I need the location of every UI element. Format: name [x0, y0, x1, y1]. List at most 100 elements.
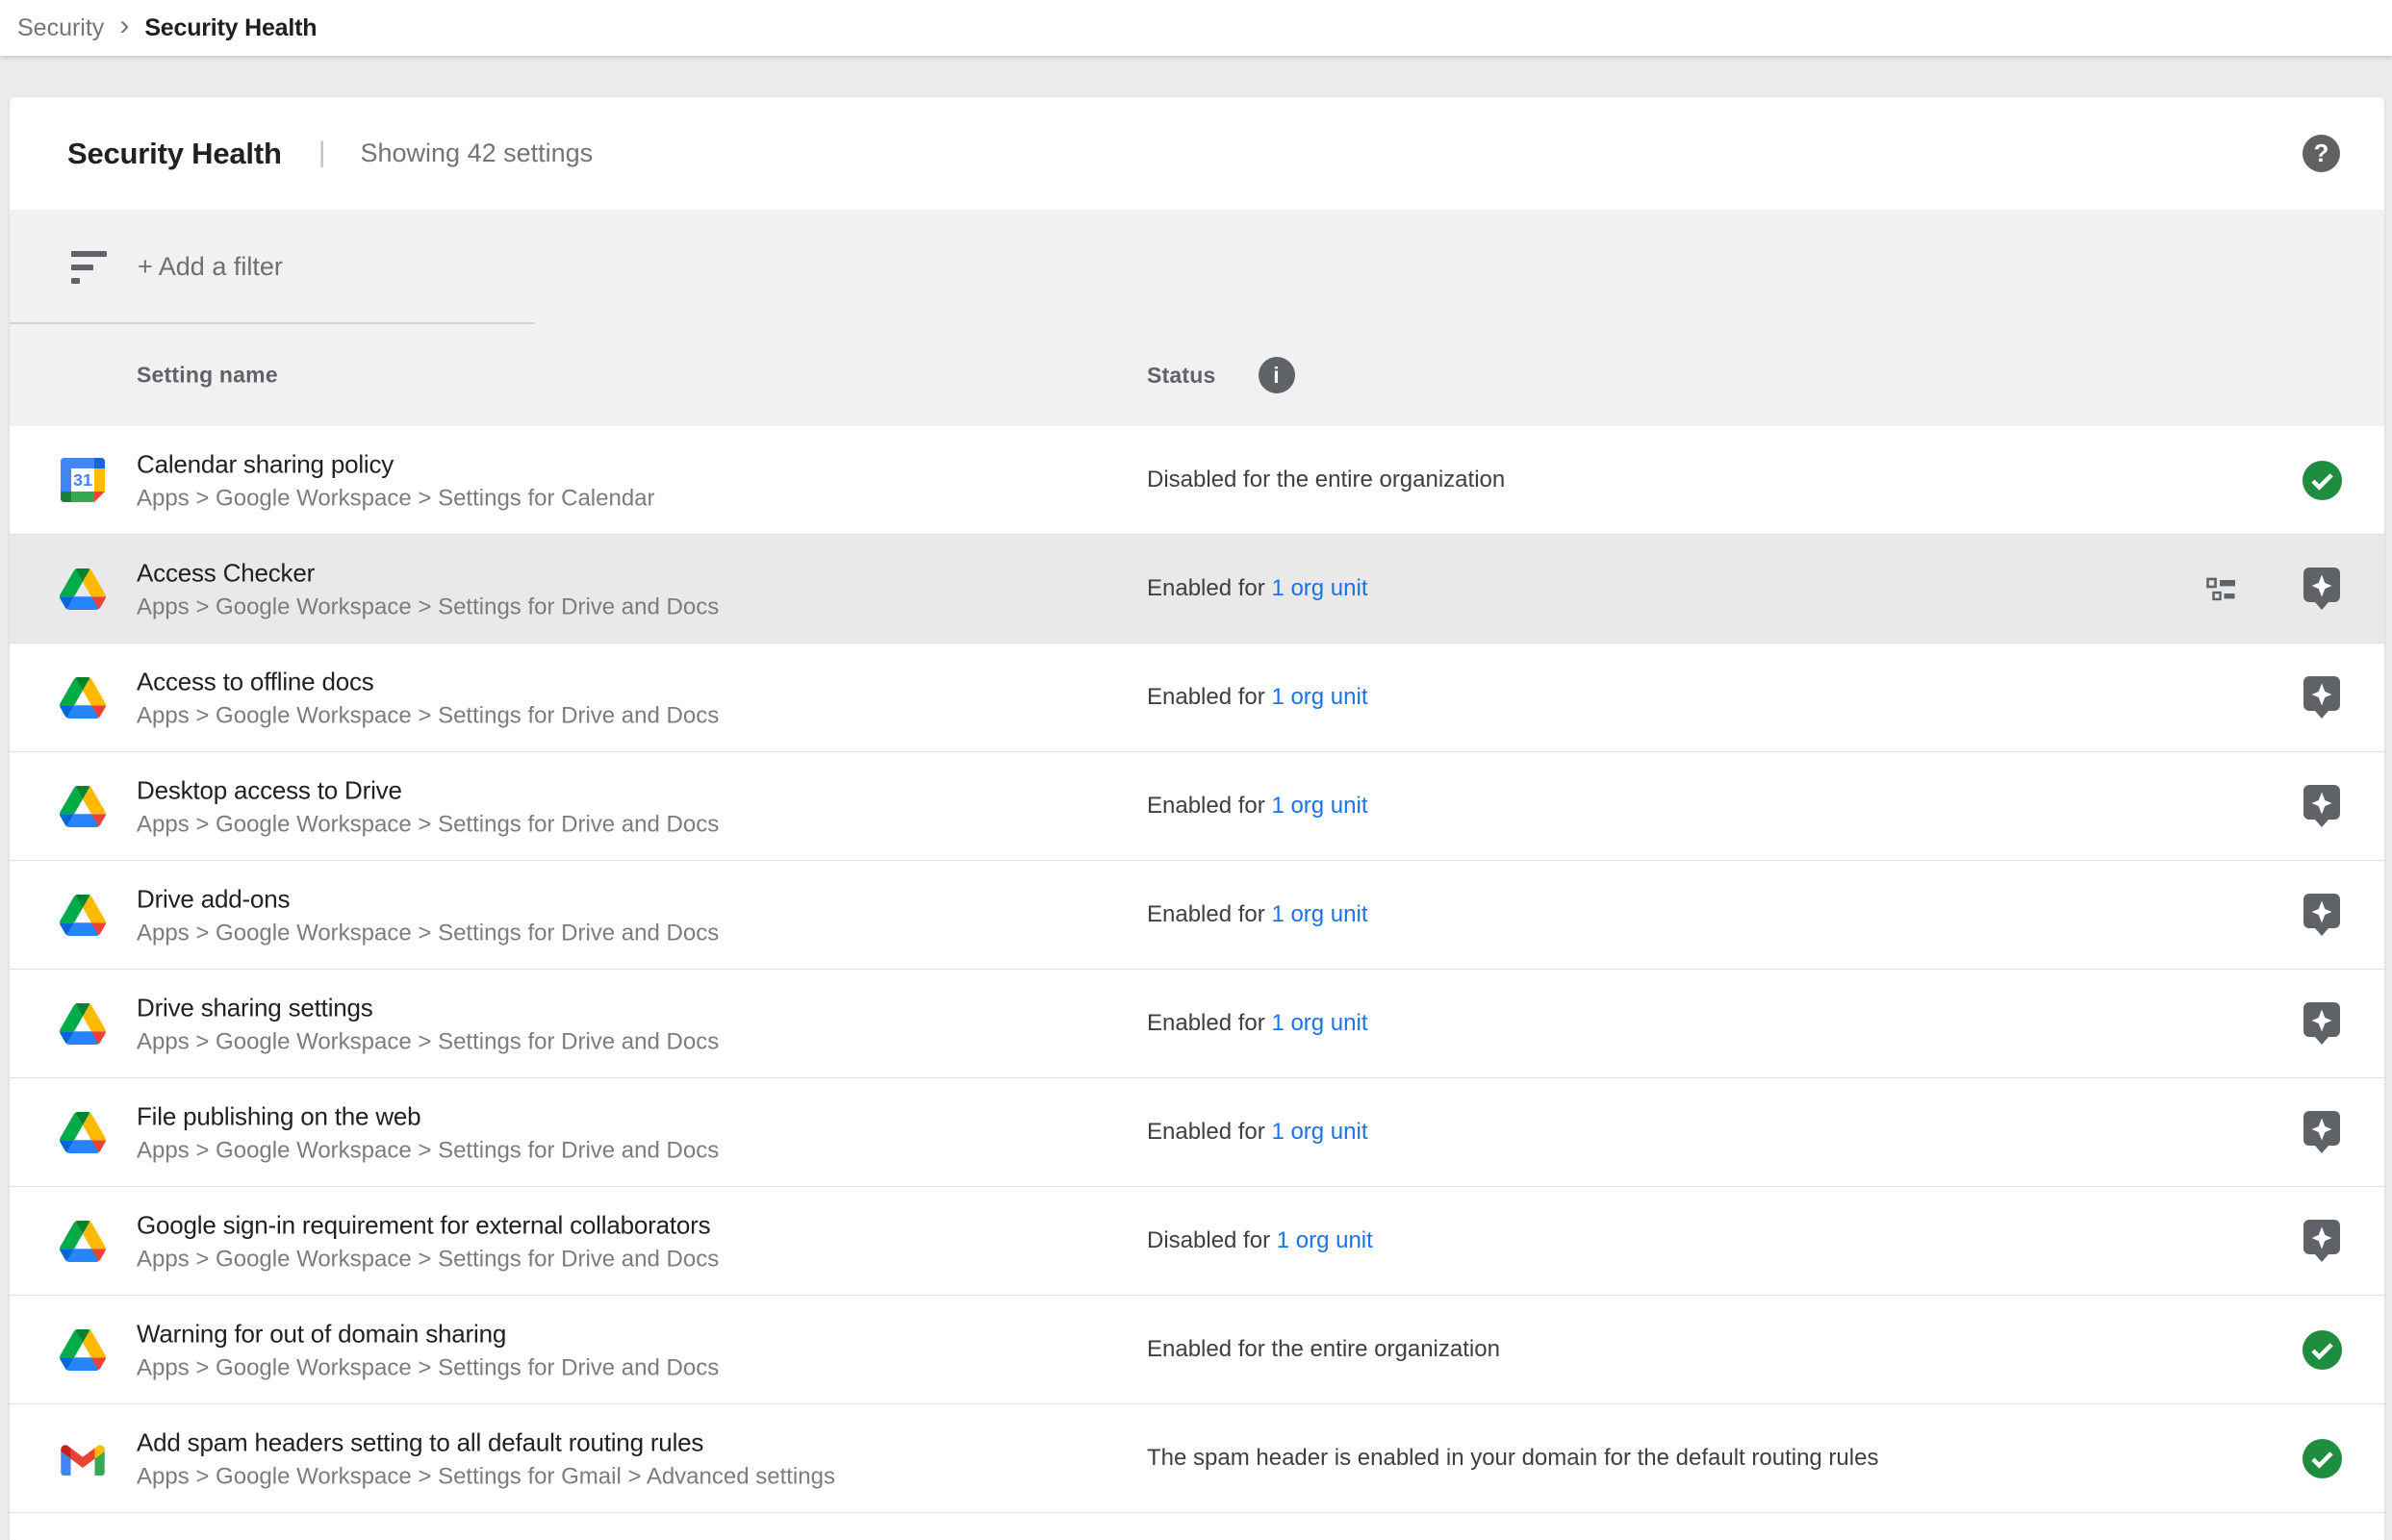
setting-path: Apps > Google Workspace > Settings for D… — [137, 700, 719, 732]
status-text: The spam header is enabled in your domai… — [1147, 1445, 1878, 1471]
status-text: Enabled for — [1147, 684, 1265, 710]
setting-text: Add spam headers setting to all default … — [137, 1425, 835, 1493]
settings-table: 31 Calendar sharing policy Apps > Google… — [10, 426, 2384, 1513]
recommendation-flag-icon[interactable] — [2300, 891, 2344, 939]
setting-status: The spam header is enabled in your domai… — [1147, 1445, 1878, 1472]
filter-icon — [71, 251, 108, 284]
status-text: Enabled for — [1147, 901, 1265, 927]
setting-text: Drive sharing settings Apps > Google Wor… — [137, 990, 719, 1058]
help-icon[interactable]: ? — [2303, 135, 2340, 172]
setting-status: Disabled for 1 org unit — [1147, 1227, 1373, 1254]
setting-title: Warning for out of domain sharing — [137, 1316, 719, 1352]
table-row[interactable]: Warning for out of domain sharing Apps >… — [10, 1296, 2384, 1404]
drive-icon — [60, 783, 106, 829]
status-text: Disabled for the entire organization — [1147, 467, 1505, 492]
setting-title: Drive sharing settings — [137, 990, 719, 1026]
setting-text: Warning for out of domain sharing Apps >… — [137, 1316, 719, 1384]
status-ok-icon — [2300, 1434, 2344, 1482]
setting-path: Apps > Google Workspace > Settings for G… — [137, 1461, 835, 1493]
drive-icon — [60, 1000, 106, 1047]
org-unit-link[interactable]: 1 org unit — [1277, 1227, 1373, 1253]
setting-title: Drive add-ons — [137, 881, 719, 918]
breadcrumb-item-security-health: Security Health — [144, 14, 317, 42]
setting-text: Drive add-ons Apps > Google Workspace > … — [137, 881, 719, 949]
calendar-icon: 31 — [60, 457, 106, 503]
org-unit-link[interactable]: 1 org unit — [1271, 901, 1367, 927]
title-divider: | — [318, 137, 326, 169]
add-filter-button[interactable]: + Add a filter — [138, 252, 283, 282]
status-text: Disabled for — [1147, 1227, 1270, 1253]
security-health-card: Security Health | Showing 42 settings ? … — [10, 97, 2384, 1540]
setting-path: Apps > Google Workspace > Settings for D… — [137, 1352, 719, 1384]
setting-path: Apps > Google Workspace > Settings for D… — [137, 592, 719, 623]
table-row[interactable]: Add spam headers setting to all default … — [10, 1404, 2384, 1513]
setting-status: Enabled for 1 org unit — [1147, 575, 1368, 602]
org-unit-link[interactable]: 1 org unit — [1271, 575, 1367, 601]
table-row[interactable]: File publishing on the web Apps > Google… — [10, 1078, 2384, 1187]
table-header-row: Setting name Status i — [10, 324, 2384, 426]
setting-path: Apps > Google Workspace > Settings for D… — [137, 1026, 719, 1058]
gmail-icon — [60, 1435, 106, 1481]
page-title: Security Health — [67, 137, 282, 171]
recommendation-flag-icon[interactable] — [2300, 673, 2344, 721]
status-text: Enabled for — [1147, 1010, 1265, 1036]
table-row[interactable]: Drive sharing settings Apps > Google Wor… — [10, 970, 2384, 1078]
setting-title: File publishing on the web — [137, 1098, 719, 1135]
setting-status: Enabled for 1 org unit — [1147, 1010, 1368, 1037]
recommendation-flag-icon[interactable] — [2300, 565, 2344, 613]
drive-icon — [60, 1326, 106, 1373]
drive-icon — [60, 1218, 106, 1264]
breadcrumb-item-security[interactable]: Security — [17, 14, 104, 42]
table-row[interactable]: 31 Calendar sharing policy Apps > Google… — [10, 426, 2384, 535]
recommendation-flag-icon[interactable] — [2300, 1108, 2344, 1156]
setting-text: File publishing on the web Apps > Google… — [137, 1098, 719, 1167]
table-row[interactable]: Access to offline docs Apps > Google Wor… — [10, 644, 2384, 752]
drive-icon — [60, 1109, 106, 1155]
setting-text: Google sign-in requirement for external … — [137, 1207, 719, 1275]
svg-text:31: 31 — [73, 470, 92, 490]
setting-title: Access Checker — [137, 555, 719, 592]
setting-path: Apps > Google Workspace > Settings for D… — [137, 1135, 719, 1167]
settings-count: Showing 42 settings — [361, 139, 594, 168]
setting-title: Access to offline docs — [137, 664, 719, 700]
setting-text: Access Checker Apps > Google Workspace >… — [137, 555, 719, 623]
status-text: Enabled for — [1147, 1119, 1265, 1145]
org-unit-link[interactable]: 1 org unit — [1271, 1119, 1367, 1145]
setting-path: Apps > Google Workspace > Settings for D… — [137, 1244, 719, 1275]
org-unit-link[interactable]: 1 org unit — [1271, 1010, 1367, 1036]
setting-text: Calendar sharing policy Apps > Google Wo… — [137, 446, 655, 515]
recommendation-flag-icon[interactable] — [2300, 1217, 2344, 1265]
org-unit-link[interactable]: 1 org unit — [1271, 793, 1367, 819]
table-row[interactable]: Access Checker Apps > Google Workspace >… — [10, 535, 2384, 644]
setting-status: Enabled for 1 org unit — [1147, 793, 1368, 820]
recommendation-flag-icon[interactable] — [2300, 999, 2344, 1048]
setting-status: Enabled for the entire organization — [1147, 1336, 1500, 1363]
setting-path: Apps > Google Workspace > Settings for D… — [137, 809, 719, 841]
setting-title: Calendar sharing policy — [137, 446, 655, 483]
org-unit-link[interactable]: 1 org unit — [1271, 684, 1367, 710]
table-row[interactable]: Drive add-ons Apps > Google Workspace > … — [10, 861, 2384, 970]
setting-status: Enabled for 1 org unit — [1147, 684, 1368, 711]
setting-status: Disabled for the entire organization — [1147, 467, 1505, 493]
setting-title: Add spam headers setting to all default … — [137, 1425, 835, 1461]
org-units-icon — [2205, 571, 2240, 606]
setting-path: Apps > Google Workspace > Settings for C… — [137, 483, 655, 515]
table-row[interactable]: Google sign-in requirement for external … — [10, 1187, 2384, 1296]
chevron-right-icon: › — [119, 12, 129, 40]
recommendation-flag-icon[interactable] — [2300, 782, 2344, 830]
filter-and-header-band: + Add a filter Setting name Status i — [10, 210, 2384, 426]
drive-icon — [60, 674, 106, 720]
drive-icon — [60, 566, 106, 612]
column-header-status: Status i — [1147, 357, 1295, 393]
table-row[interactable]: Desktop access to Drive Apps > Google Wo… — [10, 752, 2384, 861]
setting-status: Enabled for 1 org unit — [1147, 1119, 1368, 1146]
column-header-setting-name: Setting name — [137, 363, 278, 389]
breadcrumb: Security › Security Health — [0, 0, 2392, 56]
status-text: Enabled for the entire organization — [1147, 1336, 1500, 1362]
info-icon[interactable]: i — [1259, 357, 1295, 393]
setting-title: Google sign-in requirement for external … — [137, 1207, 719, 1244]
status-label: Status — [1147, 363, 1216, 389]
filter-bar: + Add a filter — [10, 210, 2384, 324]
status-text: Enabled for — [1147, 575, 1265, 601]
setting-path: Apps > Google Workspace > Settings for D… — [137, 918, 719, 949]
